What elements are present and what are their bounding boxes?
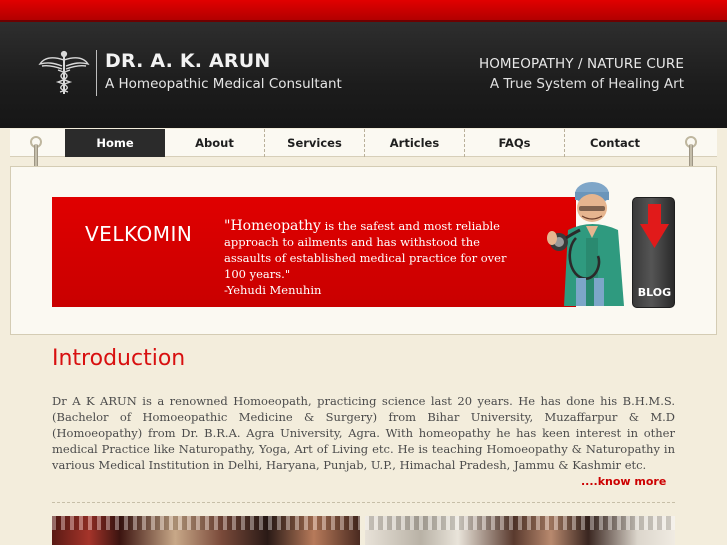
doctor-illustration <box>547 182 624 306</box>
quote-lead: "Homeopathy <box>224 218 321 234</box>
homeopathy-quote: "Homeopathy is the safest and most relia… <box>224 218 514 282</box>
know-more-link[interactable]: ....know more <box>581 475 666 488</box>
section-divider <box>52 502 675 503</box>
nav-articles[interactable]: Articles <box>365 129 465 157</box>
nav-about[interactable]: About <box>165 129 265 157</box>
clinic-photo-right <box>365 516 675 545</box>
nav-services[interactable]: Services <box>265 129 365 157</box>
tagline-secondary: A True System of Healing Art <box>489 76 684 92</box>
main-navigation: Home About Services Articles FAQs Contac… <box>10 129 717 157</box>
top-red-strip <box>0 0 727 22</box>
blog-button[interactable]: BLOG <box>632 197 675 308</box>
nav-faqs[interactable]: FAQs <box>465 129 565 157</box>
intro-paragraph: Dr A K ARUN is a renowned Homoeopath, pr… <box>52 394 675 473</box>
tagline-primary: HOMEOPATHY / NATURE CURE <box>478 56 684 72</box>
caduceus-icon <box>38 50 90 94</box>
welcome-title: VELKOMIN <box>85 222 193 246</box>
intro-heading: Introduction <box>52 346 186 371</box>
brand-subtitle: A Homeopathic Medical Consultant <box>105 76 342 92</box>
blog-label: BLOG <box>637 286 672 299</box>
welcome-banner: VELKOMIN "Homeopathy is the safest and m… <box>52 197 576 307</box>
arrow-down-icon <box>640 204 669 248</box>
nav-contact[interactable]: Contact <box>565 129 665 157</box>
site-header: DR. A. K. ARUN A Homeopathic Medical Con… <box>0 22 727 128</box>
quote-author: -Yehudi Menuhin <box>224 283 322 297</box>
clinic-photo-left <box>52 516 360 545</box>
brand-name[interactable]: DR. A. K. ARUN <box>105 50 271 72</box>
nav-home[interactable]: Home <box>65 129 165 157</box>
logo-separator <box>96 50 97 96</box>
